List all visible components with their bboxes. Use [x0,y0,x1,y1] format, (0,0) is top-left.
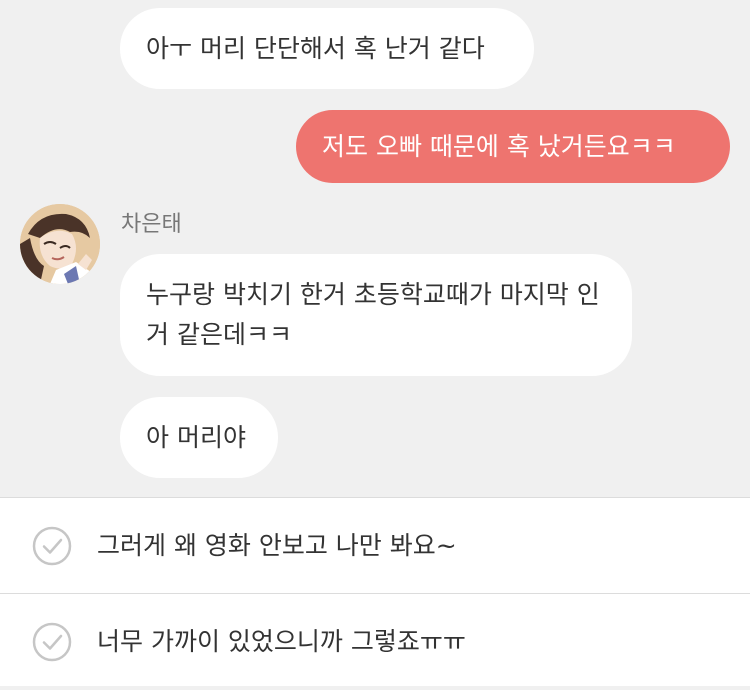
message-text: 누구랑 박치기 한거 초등학교때가 마지막 인거 같은데ㅋㅋ [146,280,600,349]
incoming-message: 누구랑 박치기 한거 초등학교때가 마지막 인거 같은데ㅋㅋ [120,254,632,376]
reply-choice-label: 너무 가까이 있었으니까 그렇죠ㅠㅠ [97,627,466,656]
reply-choice-2[interactable]: 너무 가까이 있었으니까 그렇죠ㅠㅠ [0,594,750,690]
outgoing-message: 저도 오빠 때문에 혹 났거든요ㅋㅋ [296,110,730,183]
avatar[interactable] [20,204,100,284]
reply-choice-label: 그러게 왜 영화 안보고 나만 봐요~ [97,531,457,560]
incoming-message: 아 머리야 [120,397,278,478]
chat-area: 아ㅜ 머리 단단해서 혹 난거 같다 저도 오빠 때문에 혹 났거든요ㅋㅋ 차은… [0,0,750,497]
reply-choice-1[interactable]: 그러게 왜 영화 안보고 나만 봐요~ [0,498,750,594]
sender-name: 차은태 [121,212,182,237]
check-circle-icon [32,622,72,662]
reply-choices: 그러게 왜 영화 안보고 나만 봐요~ 너무 가까이 있었으니까 그렇죠ㅠㅠ [0,497,750,686]
message-text: 아ㅜ 머리 단단해서 혹 난거 같다 [146,34,485,63]
message-text: 아 머리야 [146,423,246,452]
incoming-message: 아ㅜ 머리 단단해서 혹 난거 같다 [120,8,534,89]
message-text: 저도 오빠 때문에 혹 났거든요ㅋㅋ [322,132,676,161]
check-circle-icon [32,526,72,566]
avatar-portrait-icon [20,204,100,284]
